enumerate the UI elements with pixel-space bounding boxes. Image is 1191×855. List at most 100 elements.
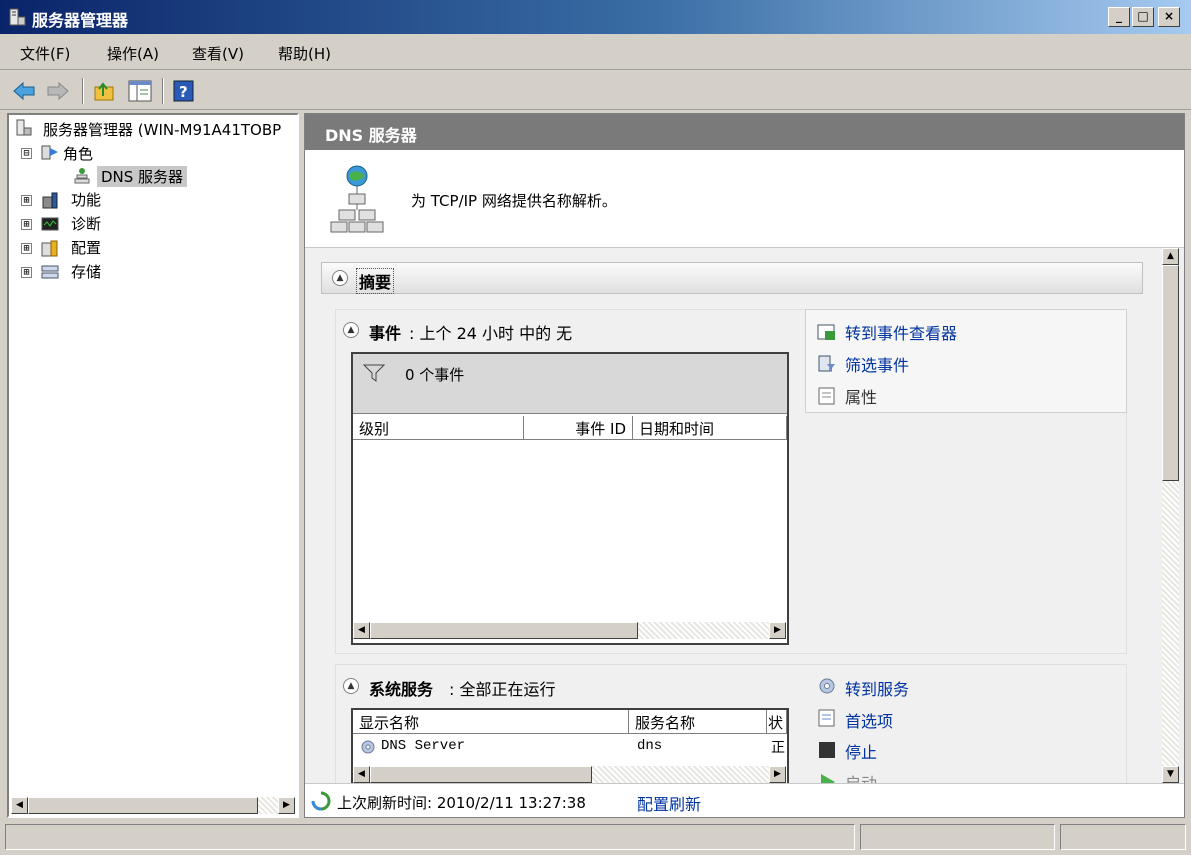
scroll-right-button[interactable]: ▶ (278, 797, 295, 814)
summary-section-header[interactable]: ▲ 摘要 (321, 262, 1143, 294)
toolbar: ? (0, 72, 1191, 110)
window-title: 服务器管理器 (32, 11, 129, 30)
toolbar-separator (162, 78, 164, 104)
filter-events-icon (818, 355, 835, 372)
properties-icon (818, 387, 835, 405)
filter-icon[interactable] (363, 364, 385, 382)
storage-icon (41, 265, 59, 279)
column-header-service-name[interactable]: 服务名称 (629, 710, 767, 734)
events-filter-bar: 0 个事件 (353, 354, 787, 414)
horizontal-scrollbar-thumb[interactable] (370, 622, 638, 639)
services-title: 系统服务 (369, 680, 434, 699)
events-subtitle: : 上个 24 小时 中的 无 (409, 324, 573, 343)
refresh-icon (311, 791, 331, 811)
show-hide-tree-icon[interactable] (128, 80, 152, 102)
menu-view[interactable]: 查看(V) (192, 43, 244, 64)
dns-server-icon (74, 168, 90, 184)
expand-toggle[interactable]: ⊞ (21, 219, 32, 230)
scroll-left-button[interactable]: ◀ (353, 766, 370, 783)
back-arrow-icon[interactable] (12, 80, 36, 102)
configure-refresh-link[interactable]: 配置刷新 (637, 791, 701, 815)
refresh-bar: 上次刷新时间: 2010/2/11 13:27:38 配置刷新 (305, 783, 1184, 817)
dns-role-icon (330, 165, 384, 233)
event-count: 0 个事件 (405, 366, 465, 384)
last-refresh-time: 上次刷新时间: 2010/2/11 13:27:38 (337, 794, 586, 812)
details-pane: DNS 服务器 为 TCP/IP 网络提供名称解析。 ▲ 摘要 ▲ 事件 : 上… (304, 113, 1185, 818)
tree-item-roles[interactable]: 角色 (63, 143, 93, 164)
filter-events-link[interactable]: 筛选事件 (845, 352, 909, 376)
menu-bar: 文件(F) 操作(A) 查看(V) 帮助(H) (0, 34, 1191, 70)
service-display-name: DNS Server (381, 738, 466, 754)
tree-item-storage[interactable]: 存储 (71, 261, 101, 282)
horizontal-scrollbar-thumb[interactable] (370, 766, 592, 783)
horizontal-scrollbar-thumb[interactable] (28, 797, 258, 814)
forward-arrow-icon[interactable] (46, 80, 70, 102)
collapse-events-icon[interactable]: ▲ (343, 322, 359, 338)
close-button[interactable]: × (1158, 7, 1180, 27)
vertical-scrollbar-thumb[interactable] (1162, 265, 1179, 481)
scroll-up-button[interactable]: ▲ (1162, 248, 1179, 265)
expand-toggle[interactable]: ⊞ (21, 195, 32, 206)
status-panel (860, 824, 1055, 850)
collapse-services-icon[interactable]: ▲ (343, 678, 359, 694)
tree-item-dns-server[interactable]: DNS 服务器 (97, 166, 188, 187)
tree-item-configuration[interactable]: 配置 (71, 237, 101, 258)
minimize-button[interactable]: _ (1108, 7, 1130, 27)
properties-link: 属性 (845, 388, 878, 407)
pane-title: DNS 服务器 (325, 126, 417, 145)
scroll-right-button[interactable]: ▶ (769, 622, 786, 639)
tree-item-features[interactable]: 功能 (71, 189, 101, 210)
service-name: dns (637, 738, 663, 754)
role-description: 为 TCP/IP 网络提供名称解析。 (305, 150, 1184, 248)
events-grid: 0 个事件 级别 事件 ID 日期和时间 ◀ ▶ (351, 352, 789, 645)
collapse-summary-icon[interactable]: ▲ (332, 270, 348, 286)
column-header-level[interactable]: 级别 (353, 416, 524, 440)
collapse-toggle[interactable]: ⊟ (21, 148, 32, 159)
service-status: 正 (771, 740, 785, 756)
role-description-text: 为 TCP/IP 网络提供名称解析。 (411, 192, 617, 210)
summary-title: 摘要 (356, 268, 395, 294)
go-to-event-viewer-link[interactable]: 转到事件查看器 (845, 320, 957, 344)
menu-file[interactable]: 文件(F) (20, 43, 70, 64)
menu-help[interactable]: 帮助(H) (278, 43, 331, 64)
expand-toggle[interactable]: ⊞ (21, 243, 32, 254)
expand-toggle[interactable]: ⊞ (21, 267, 32, 278)
status-panel (1060, 824, 1186, 850)
navigation-tree: 服务器管理器 (WIN-M91A41TOBP ⊟ 角色 DNS 服务器 ⊞ 功能… (7, 113, 299, 818)
stop-link[interactable]: 停止 (845, 739, 877, 763)
stop-icon (819, 742, 835, 758)
server-manager-icon (16, 119, 32, 136)
summary-content: ▲ 摘要 ▲ 事件 : 上个 24 小时 中的 无 0 个事件 级别 事件 ID… (305, 248, 1158, 783)
column-header-display-name[interactable]: 显示名称 (353, 710, 629, 734)
events-title: 事件 (369, 324, 402, 343)
server-manager-icon (9, 8, 26, 26)
menu-action[interactable]: 操作(A) (107, 43, 159, 64)
up-folder-icon[interactable] (93, 80, 117, 102)
preferences-icon (818, 709, 835, 727)
go-to-services-link[interactable]: 转到服务 (845, 676, 909, 700)
roles-icon (41, 145, 58, 160)
column-header-status[interactable]: 状 (767, 710, 787, 734)
help-icon[interactable]: ? (172, 80, 196, 102)
column-header-date-time[interactable]: 日期和时间 (633, 416, 787, 440)
scroll-left-button[interactable]: ◀ (353, 622, 370, 639)
services-grid: 显示名称 服务名称 状 DNS Server dns 正 ◀ ▶ (351, 708, 789, 783)
column-header-event-id[interactable]: 事件 ID (524, 416, 633, 440)
scroll-right-button[interactable]: ▶ (769, 766, 786, 783)
start-link: 启动 (845, 770, 877, 783)
toolbar-separator (82, 78, 84, 104)
pane-header: DNS 服务器 (305, 114, 1184, 150)
scroll-left-button[interactable]: ◀ (11, 797, 28, 814)
tree-item-diagnostics[interactable]: 诊断 (71, 213, 101, 234)
event-viewer-icon (817, 324, 835, 340)
table-row[interactable]: DNS Server dns 正 (353, 735, 787, 759)
status-panel (5, 824, 855, 850)
status-bar (0, 820, 1191, 855)
scroll-down-button[interactable]: ▼ (1162, 766, 1179, 783)
tree-item-root[interactable]: 服务器管理器 (WIN-M91A41TOBP (43, 119, 281, 140)
preferences-link[interactable]: 首选项 (845, 708, 893, 732)
restore-button[interactable]: □ (1132, 7, 1154, 27)
svg-text:?: ? (179, 83, 188, 101)
title-bar: 服务器管理器 _ □ × (0, 0, 1191, 34)
start-icon (821, 774, 835, 783)
